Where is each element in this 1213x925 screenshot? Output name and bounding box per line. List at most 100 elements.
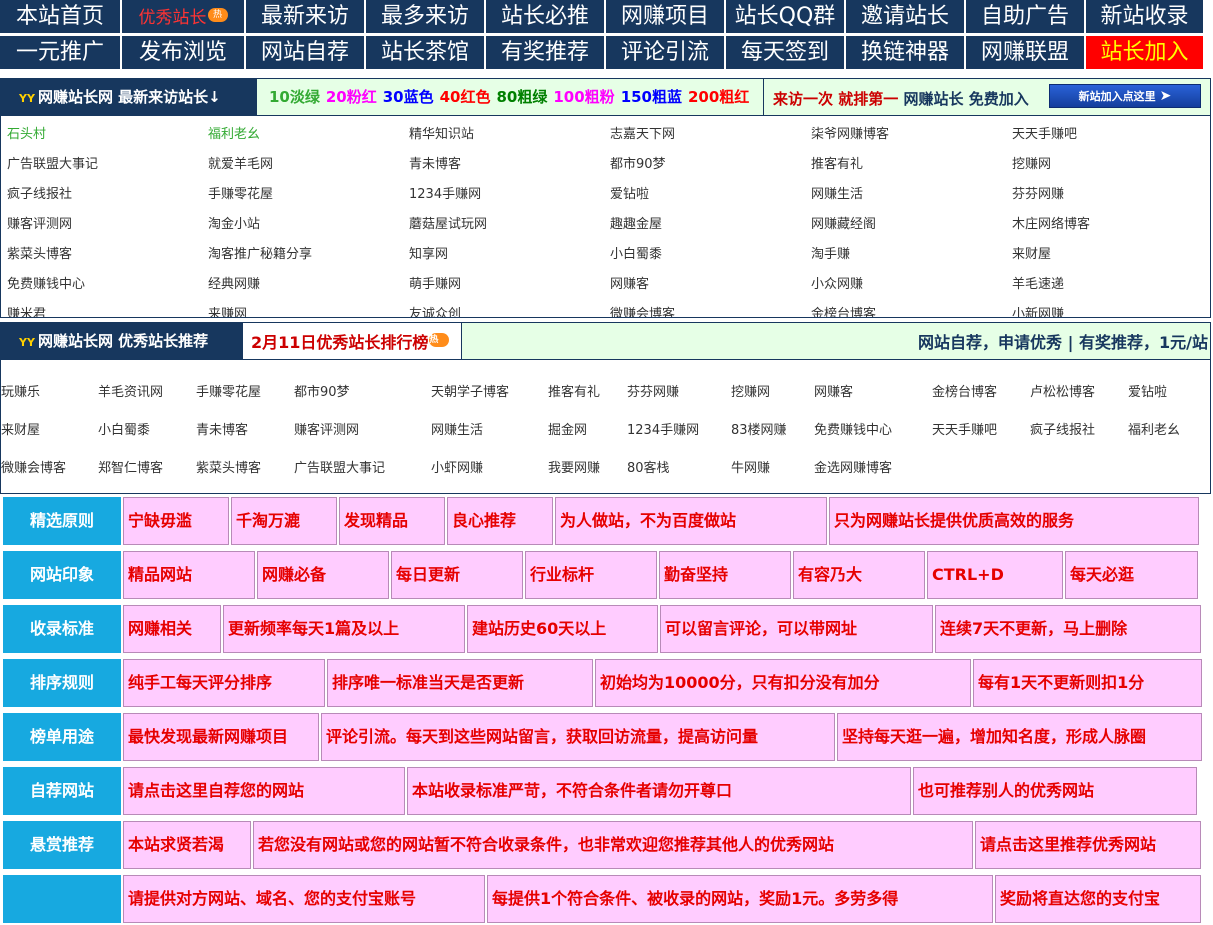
nav-item-row2-1[interactable]: 发布浏览 xyxy=(122,36,244,69)
apply-recommend-text[interactable]: 网站自荐，申请优秀 | 有奖推荐，1元/站 xyxy=(918,323,1208,359)
site-link[interactable]: 1234手赚网 xyxy=(409,183,481,202)
nav-item-row2-4[interactable]: 有奖推荐 xyxy=(486,36,604,69)
nav-item-row2-9[interactable]: 站长加入 xyxy=(1086,36,1203,69)
site-link[interactable]: 小众网赚 xyxy=(811,273,863,292)
recommended-site-link[interactable]: 推客有礼 xyxy=(548,381,600,400)
nav-item-row2-0[interactable]: 一元推广 xyxy=(0,36,120,69)
site-link[interactable]: 羊毛速递 xyxy=(1012,273,1064,292)
ranking-date-link[interactable]: 2月11日优秀站长排行榜热 xyxy=(251,323,450,359)
site-link[interactable]: 推客有礼 xyxy=(811,153,863,172)
recommended-site-link[interactable]: 赚客评测网 xyxy=(294,419,359,438)
recommended-site-link[interactable]: 我要网赚 xyxy=(548,457,600,476)
site-link[interactable]: 微赚会博客 xyxy=(610,303,675,317)
recommended-site-link[interactable]: 掘金网 xyxy=(548,419,587,438)
nav-item-row1-3[interactable]: 最多来访 xyxy=(366,0,484,33)
site-link[interactable]: 网赚藏经阁 xyxy=(811,213,876,232)
site-link[interactable]: 免费赚钱中心 xyxy=(7,273,85,292)
site-link[interactable]: 来财屋 xyxy=(1012,243,1051,262)
site-link[interactable]: 芬芬网赚 xyxy=(1012,183,1064,202)
recommended-site-link[interactable]: 玩赚乐 xyxy=(1,381,40,400)
rules-cell[interactable]: 请点击这里推荐优秀网站 xyxy=(975,821,1201,869)
recommended-site-link[interactable]: 郑智仁博客 xyxy=(98,457,163,476)
site-link[interactable]: 柒爷网赚博客 xyxy=(811,123,889,142)
nav-item-row2-6[interactable]: 每天签到 xyxy=(726,36,844,69)
nav-item-row1-6[interactable]: 站长QQ群 xyxy=(726,0,844,33)
recommended-site-link[interactable]: 爱钻啦 xyxy=(1128,381,1167,400)
site-link[interactable]: 友诚众创 xyxy=(409,303,461,317)
site-link[interactable]: 志嘉天下网 xyxy=(610,123,675,142)
site-link[interactable]: 都市90梦 xyxy=(610,153,666,172)
recommended-site-link[interactable]: 挖赚网 xyxy=(731,381,770,400)
site-link[interactable]: 小白蜀黍 xyxy=(610,243,662,262)
nav-item-row1-1[interactable]: 优秀站长热 xyxy=(122,0,244,33)
nav-item-row1-5[interactable]: 网赚项目 xyxy=(606,0,724,33)
nav-item-row2-8[interactable]: 网赚联盟 xyxy=(966,36,1084,69)
recommended-site-link[interactable]: 小虾网赚 xyxy=(431,457,483,476)
recommended-site-link[interactable]: 福利老幺 xyxy=(1128,419,1180,438)
nav-item-row1-7[interactable]: 邀请站长 xyxy=(846,0,964,33)
site-link[interactable]: 来赚网 xyxy=(208,303,247,317)
site-link[interactable]: 金榜台博客 xyxy=(811,303,876,317)
site-link[interactable]: 淘金小站 xyxy=(208,213,260,232)
recommended-site-link[interactable]: 卢松松博客 xyxy=(1030,381,1095,400)
nav-item-row1-4[interactable]: 站长必推 xyxy=(486,0,604,33)
site-link[interactable]: 小新网赚 xyxy=(1012,303,1064,317)
site-link[interactable]: 网赚生活 xyxy=(811,183,863,202)
rules-cell[interactable]: 请点击这里自荐您的网站 xyxy=(123,767,405,815)
recommended-site-link[interactable]: 天天手赚吧 xyxy=(932,419,997,438)
recommended-site-link[interactable]: 小白蜀黍 xyxy=(98,419,150,438)
nav-item-row1-9[interactable]: 新站收录 xyxy=(1086,0,1203,33)
nav-item-row2-3[interactable]: 站长茶馆 xyxy=(366,36,484,69)
site-link[interactable]: 就爱羊毛网 xyxy=(208,153,273,172)
site-link[interactable]: 福利老幺 xyxy=(208,123,260,142)
site-link[interactable]: 趣趣金屋 xyxy=(610,213,662,232)
site-link[interactable]: 经典网赚 xyxy=(208,273,260,292)
recommended-site-link[interactable]: 紫菜头博客 xyxy=(196,457,261,476)
site-link[interactable]: 爱钻啦 xyxy=(610,183,649,202)
site-link[interactable]: 知享网 xyxy=(409,243,448,262)
recommended-site-link[interactable]: 芬芬网赚 xyxy=(627,381,679,400)
nav-item-row2-7[interactable]: 换链神器 xyxy=(846,36,964,69)
recommended-site-link[interactable]: 微赚会博客 xyxy=(1,457,66,476)
recommended-site-link[interactable]: 手赚零花屋 xyxy=(196,381,261,400)
site-link[interactable]: 网赚客 xyxy=(610,273,649,292)
site-link[interactable]: 青未博客 xyxy=(409,153,461,172)
nav-item-row1-0[interactable]: 本站首页 xyxy=(0,0,120,33)
recommended-site-link[interactable]: 羊毛资讯网 xyxy=(98,381,163,400)
site-link[interactable]: 广告联盟大事记 xyxy=(7,153,98,172)
site-link[interactable]: 淘客推广秘籍分享 xyxy=(208,243,312,262)
recommended-site-link[interactable]: 83楼网赚 xyxy=(731,419,787,438)
site-link[interactable]: 蘑菇屋试玩网 xyxy=(409,213,487,232)
recommended-site-link[interactable]: 金选网赚博客 xyxy=(814,457,892,476)
recommended-site-link[interactable]: 都市90梦 xyxy=(294,381,350,400)
site-link[interactable]: 紫菜头博客 xyxy=(7,243,72,262)
site-link[interactable]: 疯子线报社 xyxy=(7,183,72,202)
site-link[interactable]: 精华知识站 xyxy=(409,123,474,142)
recommended-site-link[interactable]: 天朝学子博客 xyxy=(431,381,509,400)
site-link[interactable]: 淘手赚 xyxy=(811,243,850,262)
recommended-site-link[interactable]: 疯子线报社 xyxy=(1030,419,1095,438)
recommended-site-link[interactable]: 来财屋 xyxy=(1,419,40,438)
recommended-site-link[interactable]: 1234手赚网 xyxy=(627,419,699,438)
nav-item-row2-5[interactable]: 评论引流 xyxy=(606,36,724,69)
site-link[interactable]: 赚客评测网 xyxy=(7,213,72,232)
site-link[interactable]: 萌手赚网 xyxy=(409,273,461,292)
site-link[interactable]: 挖赚网 xyxy=(1012,153,1051,172)
recommended-site-link[interactable]: 金榜台博客 xyxy=(932,381,997,400)
site-link[interactable]: 石头村 xyxy=(7,123,46,142)
recommended-site-link[interactable]: 80客栈 xyxy=(627,457,670,476)
nav-item-row1-2[interactable]: 最新来访 xyxy=(246,0,364,33)
nav-item-row1-8[interactable]: 自助广告 xyxy=(966,0,1084,33)
recommended-site-link[interactable]: 青未博客 xyxy=(196,419,248,438)
site-link[interactable]: 赚米君 xyxy=(7,303,46,317)
recommended-site-link[interactable]: 网赚客 xyxy=(814,381,853,400)
new-site-join-button[interactable]: 新站加入点这里 ➤ xyxy=(1049,84,1201,108)
recommended-site-link[interactable]: 免费赚钱中心 xyxy=(814,419,892,438)
site-link[interactable]: 木庄网络博客 xyxy=(1012,213,1090,232)
site-link[interactable]: 天天手赚吧 xyxy=(1012,123,1077,142)
recommended-site-link[interactable]: 牛网赚 xyxy=(731,457,770,476)
site-link[interactable]: 手赚零花屋 xyxy=(208,183,273,202)
recommended-site-link[interactable]: 网赚生活 xyxy=(431,419,483,438)
nav-item-row2-2[interactable]: 网站自荐 xyxy=(246,36,364,69)
recommended-site-link[interactable]: 广告联盟大事记 xyxy=(294,457,385,476)
